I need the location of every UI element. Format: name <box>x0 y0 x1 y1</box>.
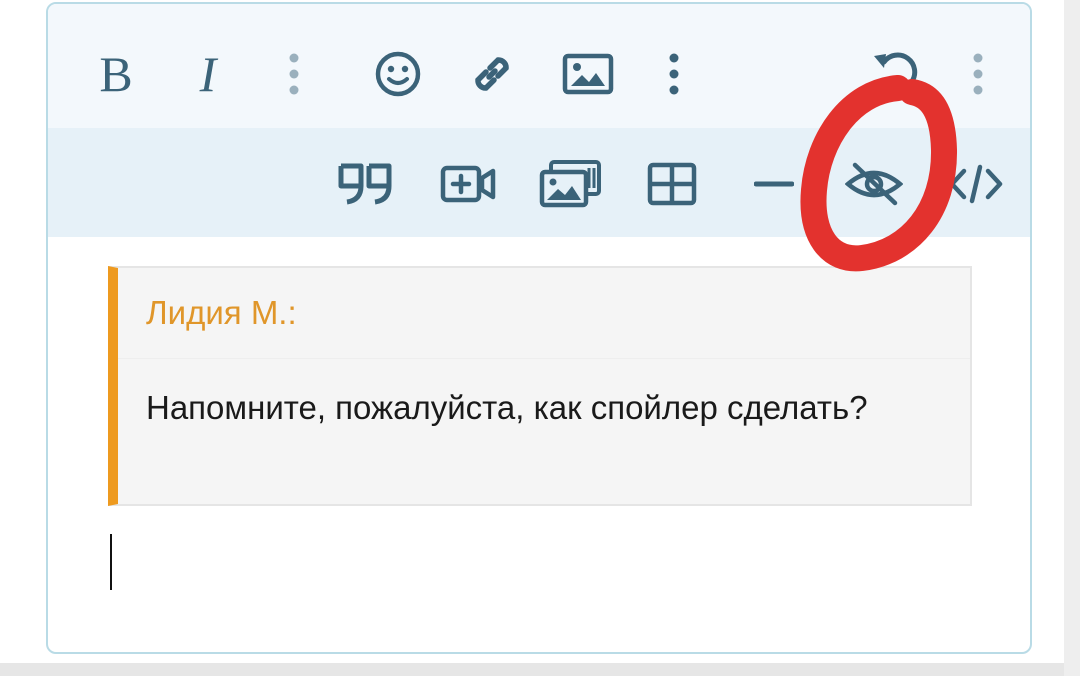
gallery-icon <box>539 160 601 208</box>
vertical-dots-icon <box>289 53 299 95</box>
page-right-band <box>1064 0 1080 676</box>
quote-button[interactable] <box>334 152 398 216</box>
quote-text: Напомните, пожалуйста, как спойлер сдела… <box>146 389 868 426</box>
smiley-icon <box>375 51 421 97</box>
more-text-options-button[interactable] <box>262 42 326 106</box>
quoted-message: Лидия М.: Напомните, пожалуйста, как спо… <box>108 266 972 506</box>
link-icon <box>475 57 509 91</box>
gallery-button[interactable] <box>538 152 602 216</box>
bold-icon: B <box>99 46 133 102</box>
spoiler-button[interactable] <box>842 152 906 216</box>
rich-text-editor: B I Лидия М.: Напомните, пожалуйста, как… <box>46 2 1032 654</box>
image-icon <box>562 53 614 95</box>
page-bottom-band <box>0 663 1080 676</box>
video-plus-icon <box>440 165 496 203</box>
vertical-dots-icon <box>973 53 983 95</box>
more-options-button[interactable] <box>946 42 1010 106</box>
quote-author: Лидия М.: <box>146 294 297 331</box>
quote-divider <box>118 358 970 359</box>
minus-icon <box>754 181 794 187</box>
table-button[interactable] <box>640 152 704 216</box>
insert-media-button[interactable] <box>436 152 500 216</box>
horizontal-line-button[interactable] <box>742 152 806 216</box>
editor-toolbar-secondary <box>48 128 1030 237</box>
undo-button[interactable] <box>864 40 928 104</box>
editor-toolbar-primary: B I <box>48 4 1030 128</box>
undo-icon <box>874 52 918 92</box>
vertical-dots-icon <box>669 53 679 95</box>
quote-icon <box>338 163 392 205</box>
more-insert-options-button[interactable] <box>642 42 706 106</box>
image-button[interactable] <box>556 42 620 106</box>
italic-button[interactable]: I <box>176 42 240 106</box>
bold-button[interactable]: B <box>84 42 148 106</box>
source-code-button[interactable] <box>944 152 1008 216</box>
eye-slash-icon <box>845 162 903 206</box>
emoji-button[interactable] <box>366 42 430 106</box>
italic-icon: I <box>199 46 217 102</box>
text-cursor[interactable] <box>110 534 112 590</box>
link-button[interactable] <box>460 42 524 106</box>
table-icon <box>647 162 697 206</box>
code-icon <box>949 164 1003 204</box>
